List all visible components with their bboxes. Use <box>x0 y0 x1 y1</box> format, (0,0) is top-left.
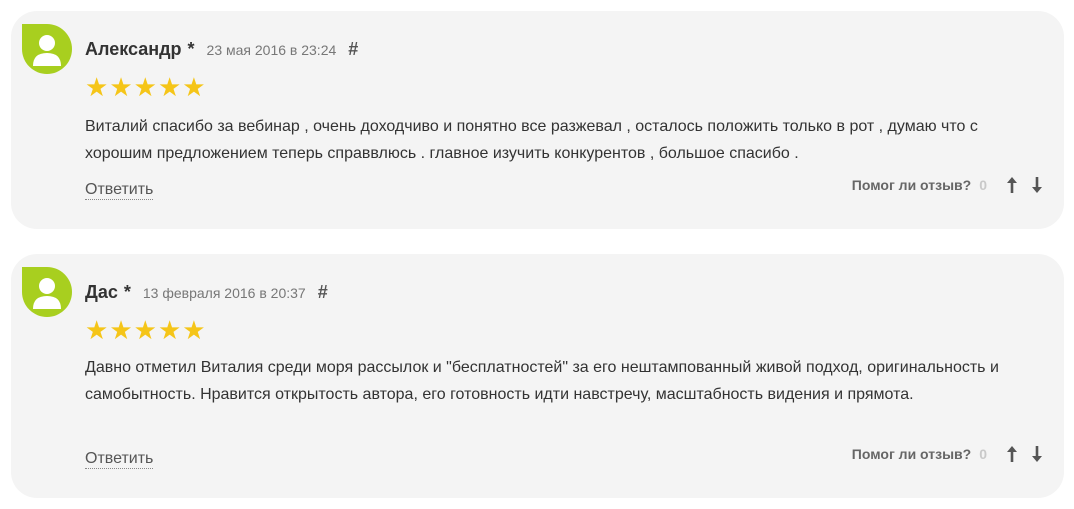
helpful-count: 0 <box>979 177 987 193</box>
review-header: Александр * 23 мая 2016 в 23:24 # <box>85 39 358 60</box>
helpful-vote: Помог ли отзыв? 0 <box>852 444 1047 464</box>
arrow-down-icon[interactable] <box>1027 175 1047 195</box>
author-marker: * <box>123 282 131 302</box>
review-text: Давно отметил Виталия среди моря рассыло… <box>85 359 999 403</box>
reply-link[interactable]: Ответить <box>85 449 154 469</box>
arrow-up-icon[interactable] <box>1002 175 1022 195</box>
star-icon: ★ <box>85 72 109 102</box>
review-header: Дас * 13 февраля 2016 в 20:37 # <box>85 282 328 303</box>
review-text: Виталий спасибо за вебинар , очень доход… <box>85 118 978 162</box>
star-icon: ★ <box>133 315 157 345</box>
star-icon: ★ <box>85 315 109 345</box>
star-icon: ★ <box>109 72 133 102</box>
permalink-hash-link[interactable]: # <box>348 39 358 60</box>
reply-link[interactable]: Ответить <box>85 180 154 200</box>
author-name: Александр <box>85 39 182 59</box>
arrow-up-icon[interactable] <box>1002 444 1022 464</box>
avatar-icon <box>22 267 72 317</box>
author-marker: * <box>187 39 195 59</box>
helpful-label: Помог ли отзыв? <box>851 446 972 462</box>
helpful-count: 0 <box>979 446 987 462</box>
star-icon: ★ <box>109 315 133 345</box>
arrow-down-icon[interactable] <box>1027 444 1047 464</box>
review-card: Дас * 13 февраля 2016 в 20:37 # ★ ★ ★ ★ … <box>11 254 1064 498</box>
avatar-icon <box>22 24 72 74</box>
review-date: 13 февраля 2016 в 20:37 <box>142 285 306 301</box>
review-card: Александр * 23 мая 2016 в 23:24 # ★ ★ ★ … <box>11 11 1064 229</box>
star-icon: ★ <box>182 72 206 102</box>
helpful-label: Помог ли отзыв? <box>851 177 972 193</box>
rating-stars: ★ ★ ★ ★ ★ <box>85 74 207 100</box>
review-date: 23 мая 2016 в 23:24 <box>206 42 337 58</box>
helpful-vote: Помог ли отзыв? 0 <box>852 175 1047 195</box>
author-name: Дас <box>85 282 118 302</box>
permalink-hash-link[interactable]: # <box>318 282 328 303</box>
star-icon: ★ <box>133 72 157 102</box>
star-icon: ★ <box>157 72 182 102</box>
star-icon: ★ <box>157 315 182 345</box>
rating-stars: ★ ★ ★ ★ ★ <box>85 317 207 343</box>
star-icon: ★ <box>182 315 206 345</box>
